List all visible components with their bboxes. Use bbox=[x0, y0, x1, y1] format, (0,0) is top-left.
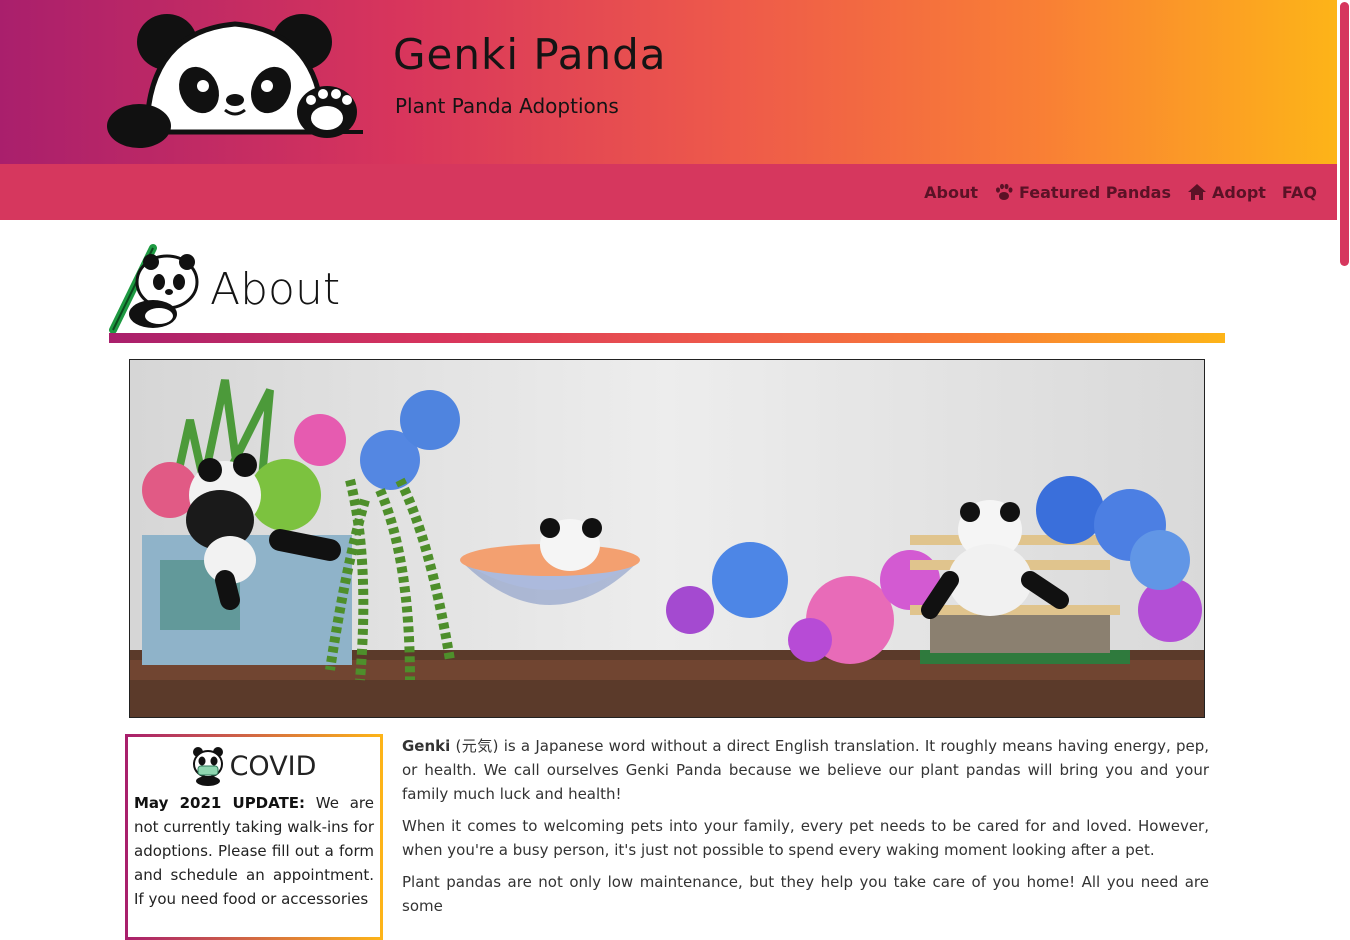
about-paragraph-3: Plant pandas are not only low maintenanc… bbox=[402, 873, 1209, 915]
panda-bamboo-icon bbox=[109, 244, 199, 334]
covid-text: May 2021 UPDATE: We are not currently ta… bbox=[134, 791, 374, 911]
about-paragraph-2: When it comes to welcoming pets into you… bbox=[402, 817, 1209, 859]
panda-logo[interactable] bbox=[107, 12, 363, 148]
masked-panda-icon bbox=[192, 747, 223, 786]
about-paragraph-1: Genki (元気) is a Japanese word without a … bbox=[402, 734, 1209, 806]
navbar: About Featured Pandas Adopt FAQ bbox=[0, 164, 1337, 220]
nav-item-faq[interactable]: FAQ bbox=[1282, 183, 1317, 202]
home-icon bbox=[1187, 184, 1206, 200]
genki-term: Genki bbox=[402, 737, 451, 755]
section-divider bbox=[109, 333, 1225, 343]
site-header: Genki Panda Plant Panda Adoptions bbox=[0, 0, 1337, 164]
nav-item-adopt[interactable]: Adopt bbox=[1187, 182, 1266, 202]
nav-item-label: FAQ bbox=[1281, 182, 1317, 202]
covid-header: COVID bbox=[131, 741, 377, 791]
hero-photo bbox=[129, 359, 1205, 718]
about-text: Genki (元気) is a Japanese word without a … bbox=[402, 734, 1209, 926]
scrollbar[interactable] bbox=[1337, 0, 1350, 899]
about-paragraph-1-text: (元気) is a Japanese word without a direct… bbox=[402, 737, 1209, 803]
scrollbar-thumb[interactable] bbox=[1340, 2, 1349, 266]
site-title[interactable]: Genki Panda bbox=[393, 30, 667, 79]
covid-update-label: May 2021 UPDATE: bbox=[134, 794, 306, 812]
site-subtitle: Plant Panda Adoptions bbox=[395, 94, 619, 118]
section-title: About bbox=[210, 264, 341, 315]
nav-item-label: About bbox=[924, 182, 978, 202]
paw-icon bbox=[995, 183, 1013, 200]
nav-item-label: Featured Pandas bbox=[1018, 182, 1171, 202]
nav-item-label: Adopt bbox=[1211, 182, 1266, 202]
covid-notice: COVID May 2021 UPDATE: We are not curren… bbox=[125, 734, 383, 940]
nav-menu: About Featured Pandas Adopt FAQ bbox=[924, 164, 1317, 220]
covid-title: COVID bbox=[229, 750, 317, 782]
nav-item-about[interactable]: About bbox=[924, 183, 978, 202]
about-section-header: About bbox=[109, 240, 1225, 344]
nav-item-featured-pandas[interactable]: Featured Pandas bbox=[994, 182, 1171, 202]
